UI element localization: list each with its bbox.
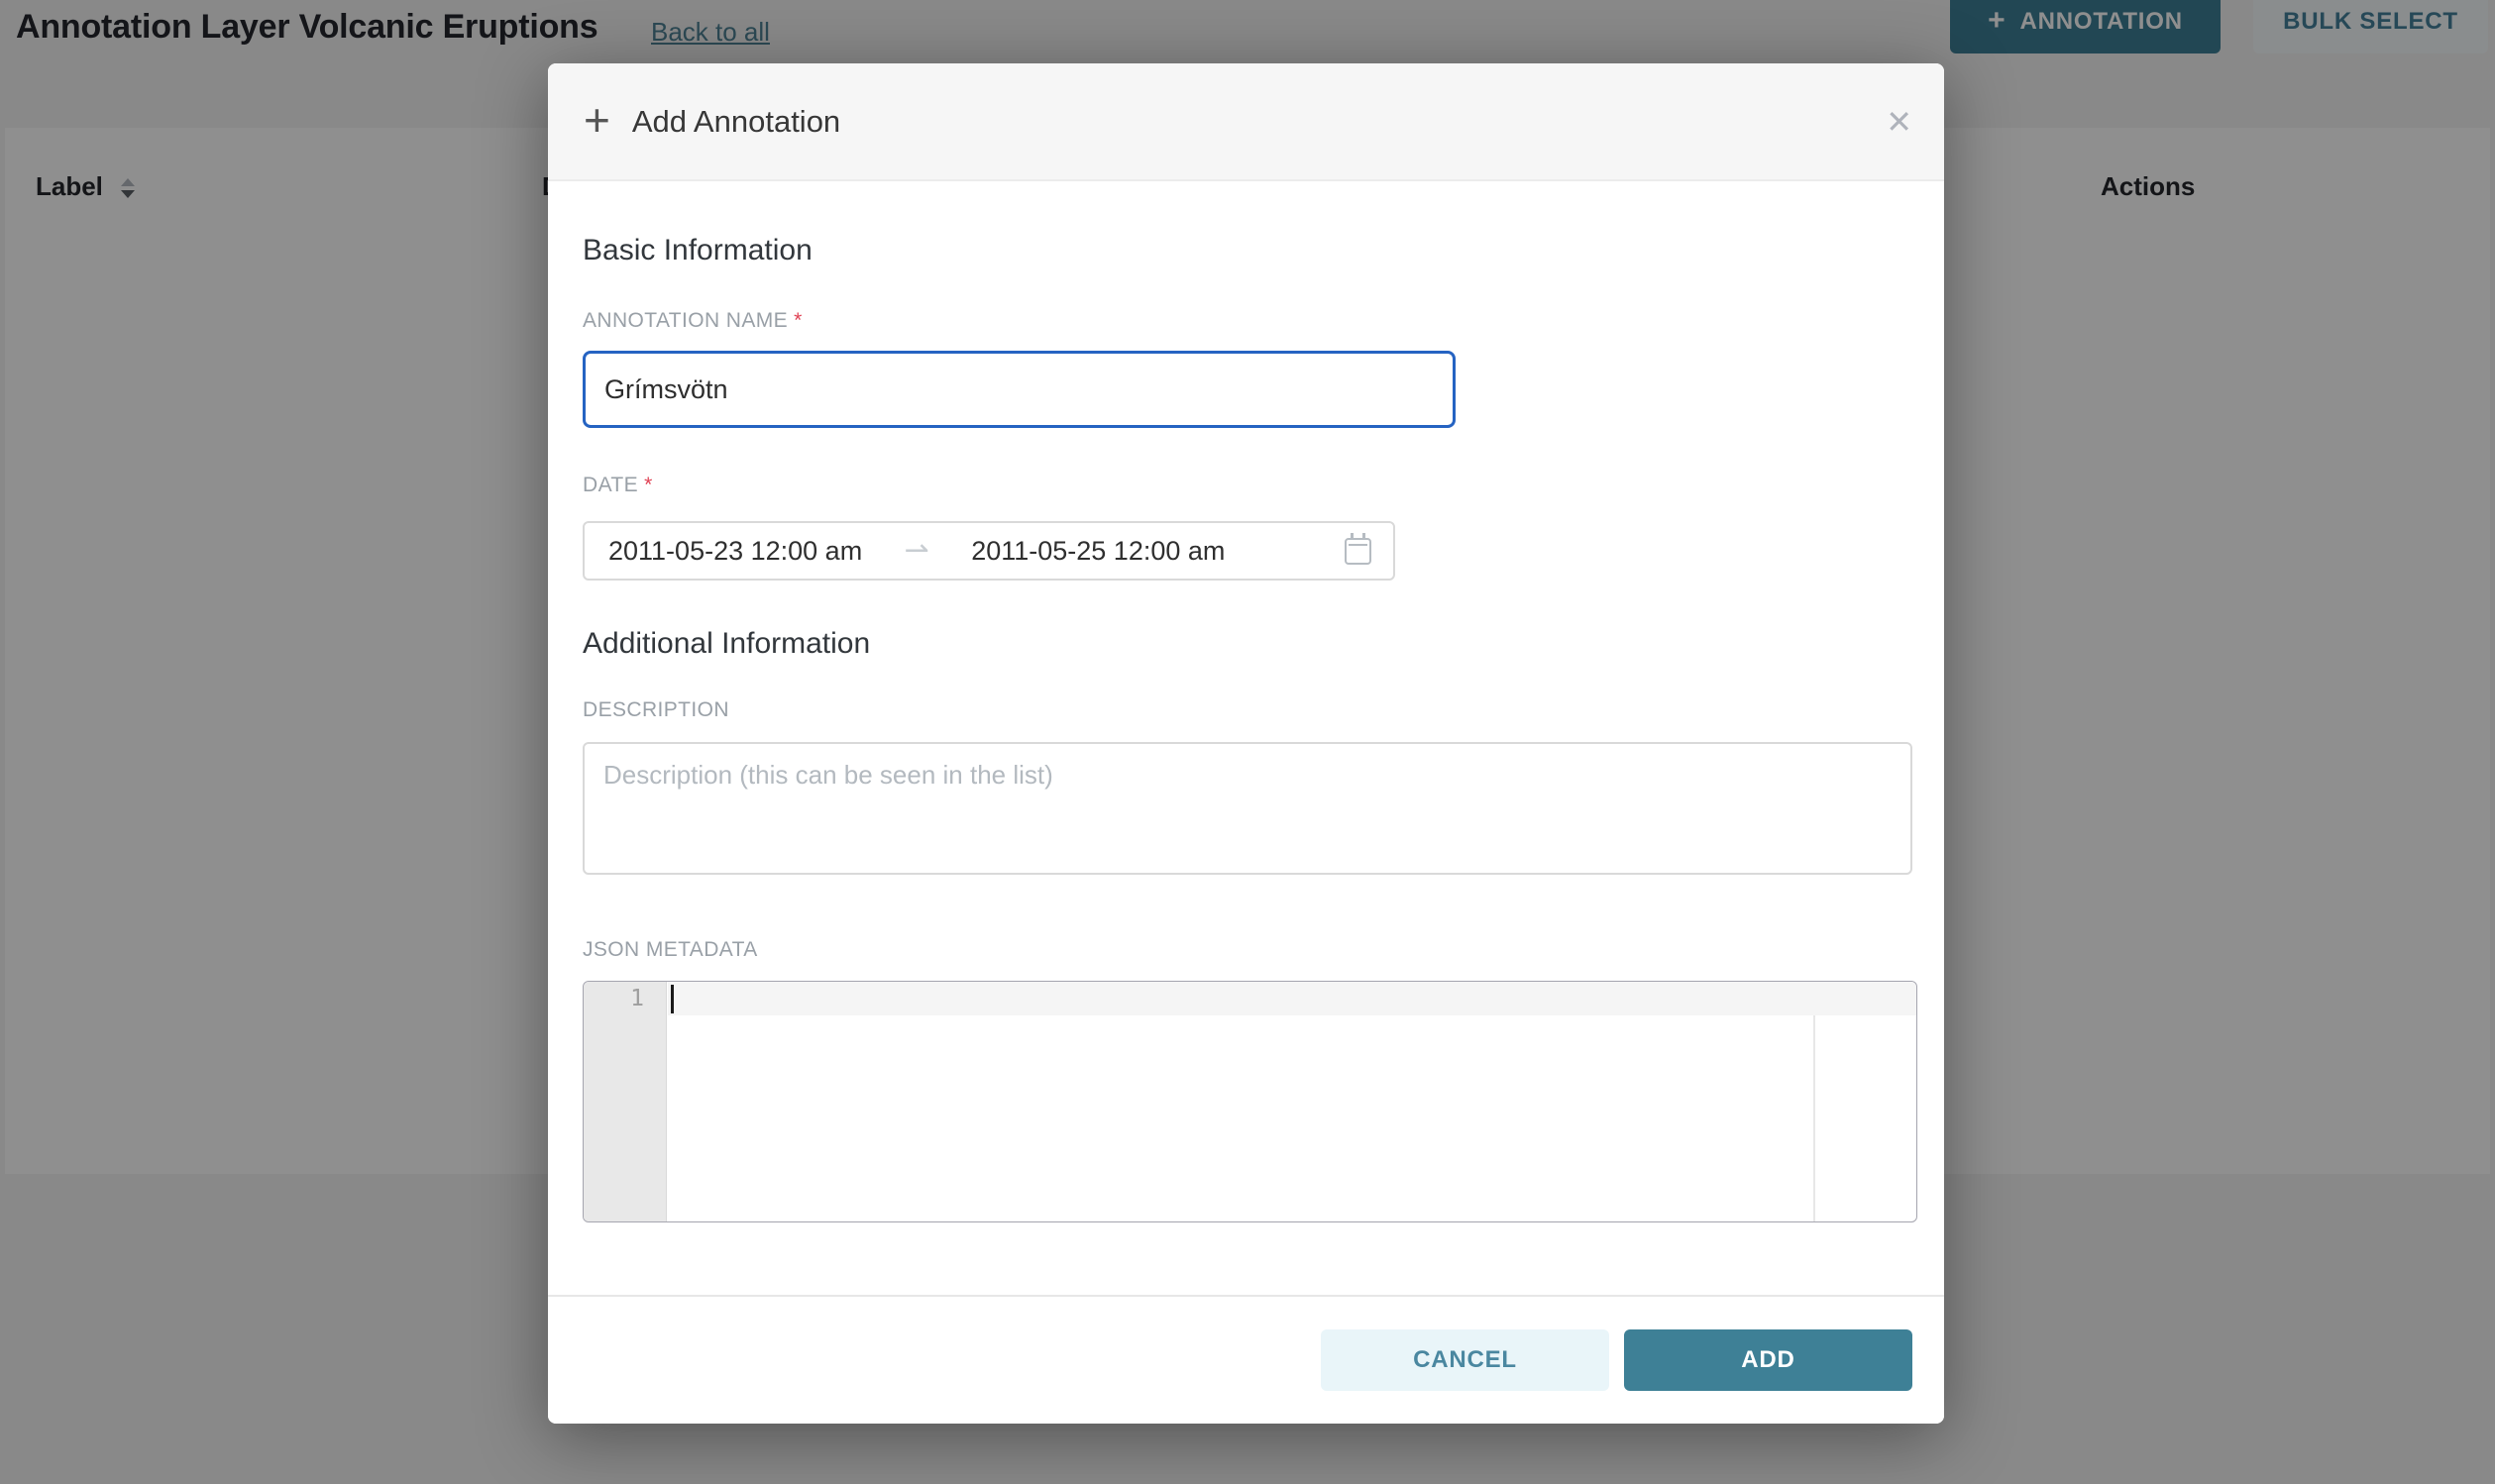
editor-print-margin: [1813, 982, 1815, 1221]
date-start-value[interactable]: 2011-05-23 12:00 am: [608, 536, 862, 567]
line-number: 1: [584, 982, 666, 1015]
calendar-icon[interactable]: [1345, 538, 1371, 565]
close-icon[interactable]: ✕: [1886, 106, 1912, 138]
annotation-name-label-text: ANNOTATION NAME: [583, 309, 788, 332]
required-asterisk: *: [644, 474, 653, 496]
modal-body: Basic Information ANNOTATION NAME * DATE *…: [548, 233, 1944, 1222]
section-basic-information: Basic Information: [583, 233, 1912, 268]
modal-title: Add Annotation: [632, 104, 840, 140]
date-end-value[interactable]: 2011-05-25 12:00 am: [971, 536, 1225, 567]
description-label: DESCRIPTION: [583, 697, 1912, 723]
editor-active-line: [668, 982, 1916, 1015]
annotation-name-input[interactable]: [583, 351, 1456, 428]
modal-footer: CANCEL ADD: [548, 1295, 1944, 1424]
editor-line-number-gutter: 1: [584, 982, 667, 1221]
plus-icon: +: [584, 97, 610, 143]
editor-text-cursor: [671, 985, 674, 1013]
modal-header: + Add Annotation ✕: [548, 63, 1944, 181]
json-metadata-editor[interactable]: 1: [583, 981, 1917, 1222]
annotation-name-label: ANNOTATION NAME *: [583, 308, 1912, 334]
annotation-layer-page: Annotation Layer Volcanic Eruptions Back…: [0, 0, 2495, 1484]
add-annotation-modal: + Add Annotation ✕ Basic Information ANN…: [548, 63, 1944, 1424]
arrow-right-icon: ⇀: [862, 536, 971, 566]
cancel-button[interactable]: CANCEL: [1321, 1329, 1609, 1391]
date-label: DATE *: [583, 473, 1912, 498]
json-metadata-label: JSON METADATA: [583, 937, 1912, 963]
section-additional-information: Additional Information: [583, 626, 1912, 662]
add-button[interactable]: ADD: [1624, 1329, 1912, 1391]
required-asterisk: *: [794, 309, 803, 332]
date-label-text: DATE: [583, 474, 638, 496]
date-range-picker[interactable]: 2011-05-23 12:00 am ⇀ 2011-05-25 12:00 a…: [583, 521, 1395, 581]
description-textarea[interactable]: [583, 742, 1912, 875]
